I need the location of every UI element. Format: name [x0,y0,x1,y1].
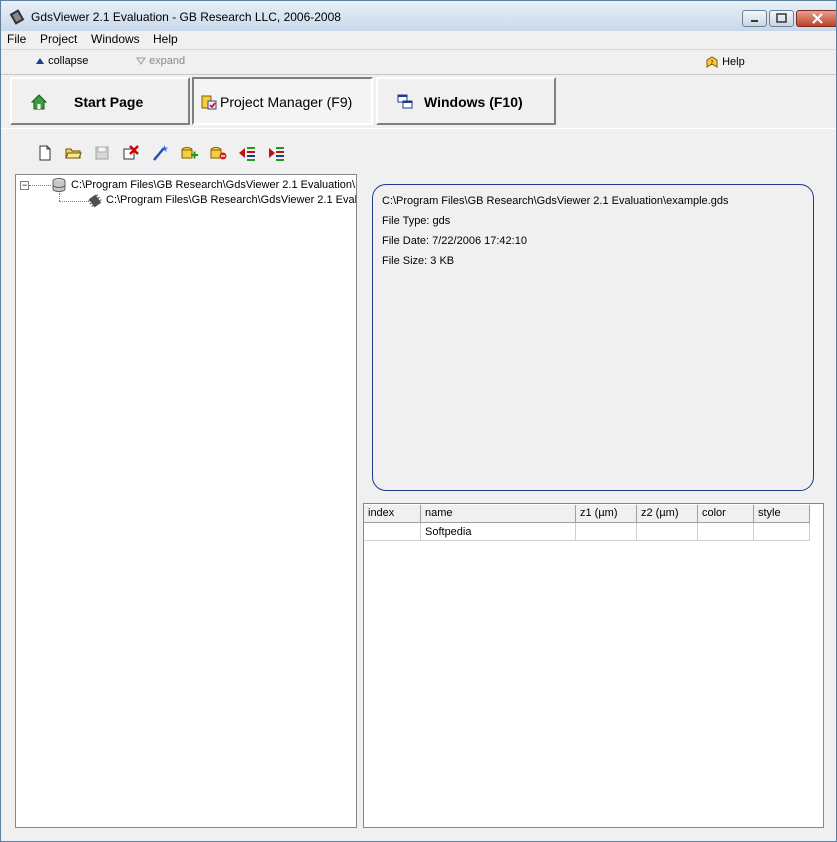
wand-icon[interactable] [150,143,170,163]
chip-app-icon [9,9,25,25]
maximize-icon [776,13,787,23]
maximize-button[interactable] [769,10,794,27]
database-icon [52,178,66,192]
minimize-button[interactable] [742,10,767,27]
project-tree[interactable]: − C:\Program Files\GB Research\GdsViewer… [15,174,357,828]
menu-project[interactable]: Project [40,32,77,46]
cell-color[interactable] [698,523,754,541]
file-path: C:\Program Files\GB Research\GdsViewer 2… [382,195,729,207]
app-window: GdsViewer 2.1 Evaluation - GB Research L… [0,0,837,842]
tree-connector-v [59,193,60,201]
collapse-label: collapse [48,55,89,67]
cell-name[interactable]: Softpedia [421,523,576,541]
new-file-icon[interactable] [35,143,55,163]
tab-windows-label: Windows (F10) [424,94,523,110]
layers-grid[interactable]: index name z1 (µm) z2 (µm) color style S… [363,503,824,828]
triangle-up-icon [36,58,44,65]
move-right-icon[interactable] [266,143,286,163]
tab-project-manager-label: Project Manager (F9) [220,94,353,110]
help-book-icon: ? [706,56,718,68]
project-icon [201,95,217,110]
add-layer-icon[interactable] [179,143,199,163]
tab-start-page[interactable]: Start Page [10,77,190,125]
tree-collapse-toggle[interactable]: − [20,181,29,190]
tree-child-label[interactable]: C:\Program Files\GB Research\GdsViewer 2… [106,194,356,206]
col-header-index[interactable]: index [364,505,421,523]
svg-text:?: ? [710,59,714,67]
delete-layer-icon[interactable] [208,143,228,163]
title-bar: GdsViewer 2.1 Evaluation - GB Research L… [1,1,836,32]
house-icon [30,94,48,110]
file-type: File Type: gds [382,215,451,227]
col-header-style[interactable]: style [754,505,810,523]
triangle-down-icon [136,57,146,65]
windows-icon [397,94,413,109]
tree-connector [29,185,51,186]
tab-project-manager[interactable]: Project Manager (F9) [192,77,373,125]
tab-separator [1,128,836,129]
file-date: File Date: 7/22/2006 17:42:10 [382,235,527,247]
close-icon [812,13,823,24]
cell-z2[interactable] [637,523,698,541]
close-button[interactable] [796,10,836,27]
tree-connector-child [59,201,87,202]
menu-bar: File Project Windows Help [1,31,836,48]
cell-index[interactable] [364,523,421,541]
open-folder-icon[interactable] [63,143,83,163]
tab-start-page-label: Start Page [74,94,144,110]
window-title: GdsViewer 2.1 Evaluation - GB Research L… [31,10,341,24]
minimize-icon [751,20,758,22]
cell-z1[interactable] [576,523,637,541]
menu-help[interactable]: Help [153,32,178,46]
tab-windows[interactable]: Windows (F10) [376,77,556,125]
help-button[interactable]: ? Help [705,55,745,69]
move-left-icon[interactable] [237,143,257,163]
expand-button[interactable]: expand [136,55,185,67]
menu-file[interactable]: File [7,32,26,46]
status-bar [1,829,836,841]
chip-icon [87,194,102,208]
view-toolbar: collapse expand ? Help [1,49,836,75]
col-header-z2[interactable]: z2 (µm) [637,505,698,523]
col-header-z1[interactable]: z1 (µm) [576,505,637,523]
col-header-name[interactable]: name [421,505,576,523]
help-label: Help [722,55,745,68]
expand-label: expand [149,55,186,67]
cell-style[interactable] [754,523,810,541]
col-header-color[interactable]: color [698,505,754,523]
save-icon[interactable] [92,143,112,163]
menu-windows[interactable]: Windows [91,32,140,46]
tree-root-label[interactable]: C:\Program Files\GB Research\GdsViewer 2… [71,179,356,191]
file-info-panel: C:\Program Files\GB Research\GdsViewer 2… [372,184,814,491]
collapse-button[interactable]: collapse [35,55,88,67]
remove-icon[interactable] [121,143,141,163]
file-size: File Size: 3 KB [382,255,455,267]
